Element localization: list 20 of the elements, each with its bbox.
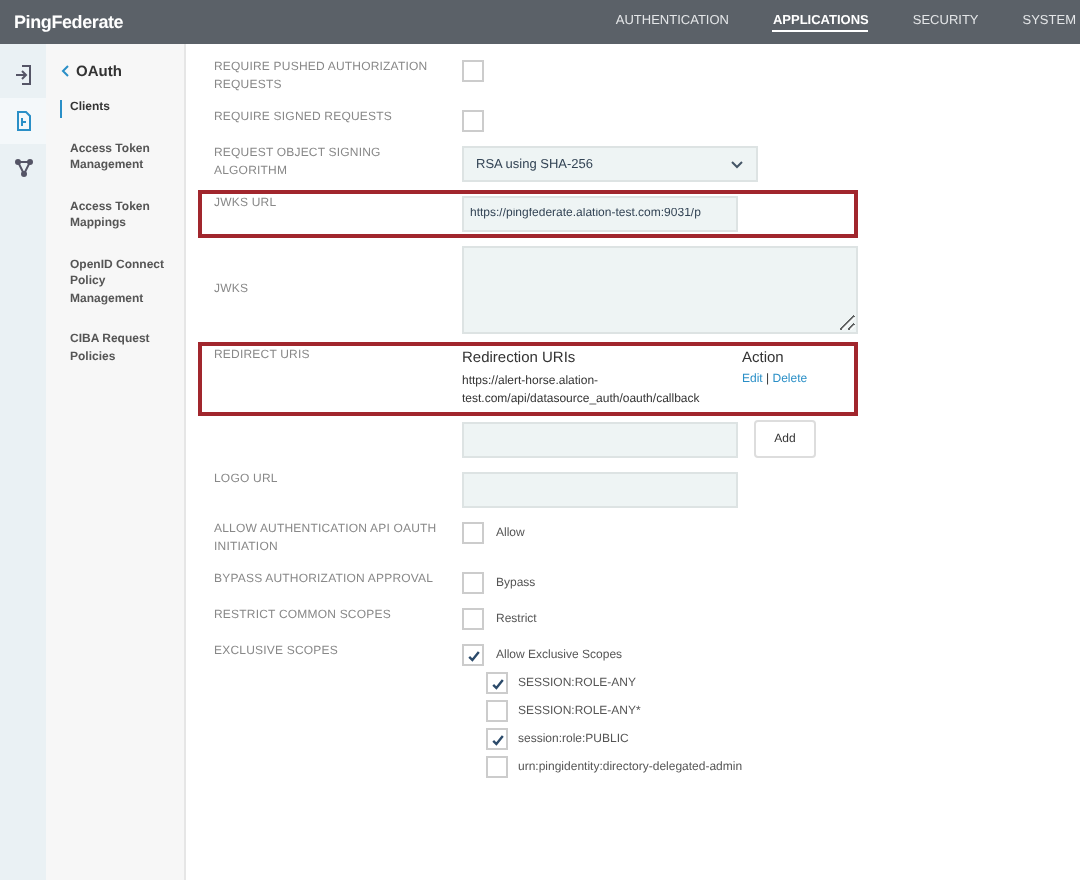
sign-in-icon: [13, 64, 33, 86]
network-icon: [13, 157, 33, 177]
checkbox[interactable]: [486, 728, 508, 750]
checkbox[interactable]: [462, 572, 484, 594]
logo: PingFederate: [14, 12, 124, 32]
checkbox[interactable]: [462, 60, 484, 82]
chevron-down-icon: [730, 159, 744, 169]
rail-button[interactable]: [0, 98, 46, 144]
checkbox[interactable]: [462, 110, 484, 132]
text-area[interactable]: [462, 246, 858, 334]
checkbox[interactable]: [486, 700, 508, 722]
checkbox[interactable]: [486, 756, 508, 778]
checkbox[interactable]: [462, 608, 484, 630]
chevron-left-icon: [60, 64, 70, 78]
text-field[interactable]: [462, 472, 738, 508]
checkbox[interactable]: [462, 644, 484, 666]
checkbox[interactable]: [462, 522, 484, 544]
document-icon: [13, 110, 33, 132]
checkbox[interactable]: [486, 672, 508, 694]
uri-input-field[interactable]: [462, 421, 738, 457]
